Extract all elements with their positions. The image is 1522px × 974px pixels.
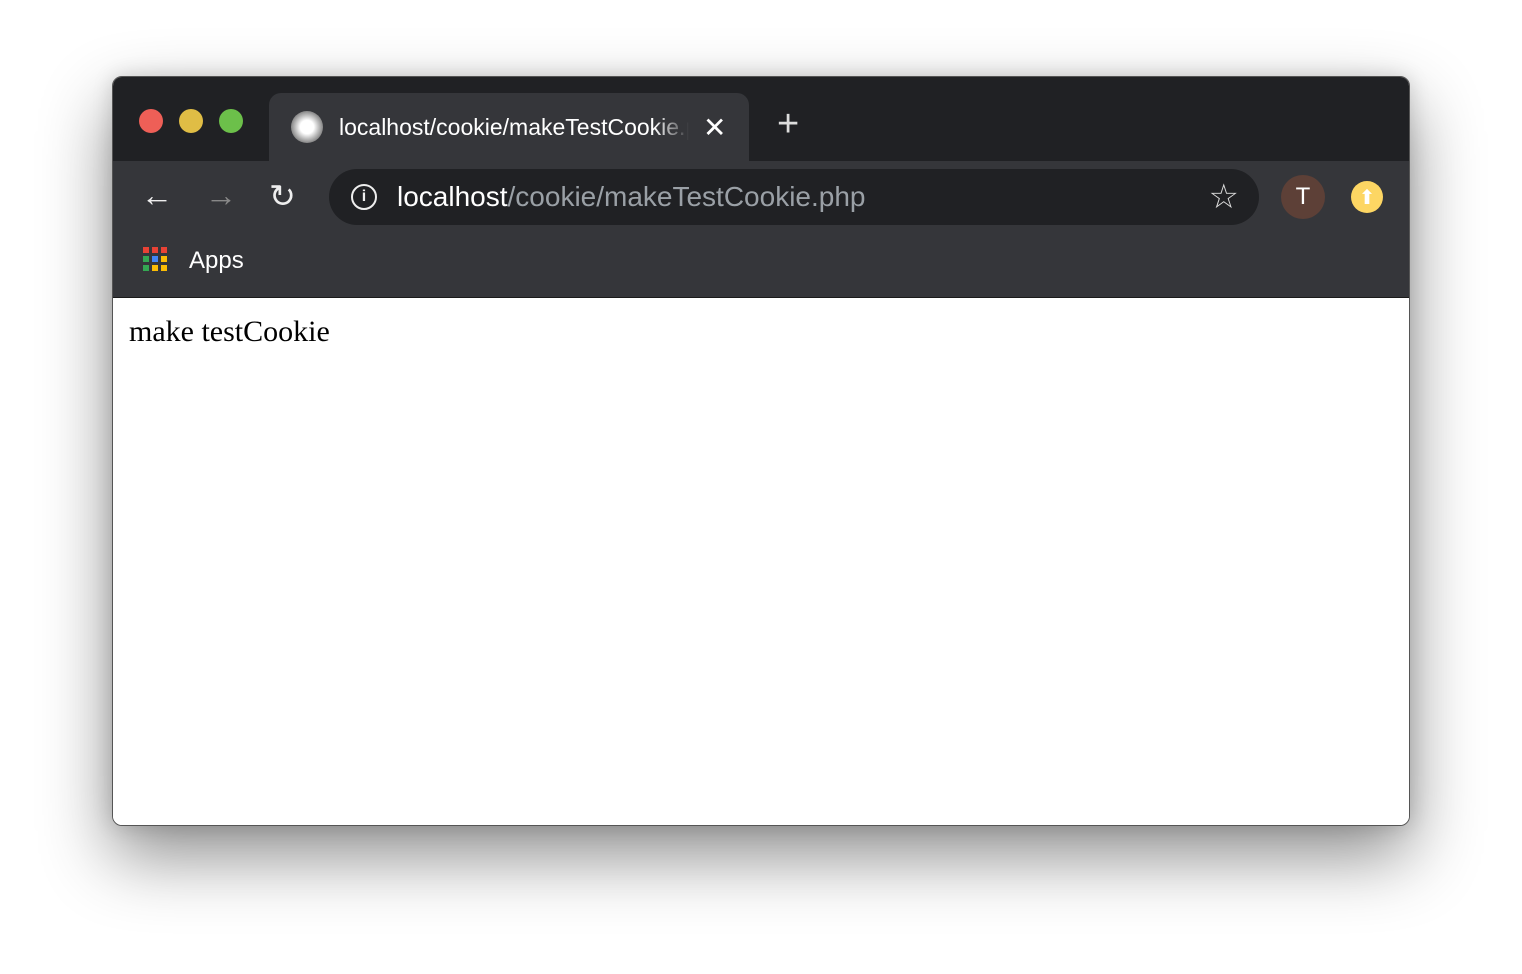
close-window-button[interactable] — [139, 109, 163, 133]
apps-grid-square — [152, 256, 158, 262]
tab-title: localhost/cookie/makeTestCookie.php — [339, 113, 689, 140]
reload-button[interactable]: ↻ — [269, 177, 296, 215]
apps-grid-square — [143, 247, 149, 253]
url-path: /cookie/makeTestCookie.php — [507, 181, 866, 212]
browser-window: localhost/cookie/makeTestCookie.php ✕ + … — [112, 76, 1410, 826]
toolbar: ← → ↻ i localhost/cookie/makeTestCookie.… — [113, 161, 1409, 231]
update-icon[interactable]: ⬆ — [1351, 181, 1383, 213]
close-icon[interactable]: ✕ — [703, 111, 726, 144]
apps-grid-square — [161, 265, 167, 271]
apps-bookmark[interactable]: Apps — [189, 247, 244, 275]
apps-grid-square — [161, 247, 167, 253]
apps-grid-square — [161, 256, 167, 262]
forward-button[interactable]: → — [205, 177, 237, 214]
maximize-window-button[interactable] — [219, 109, 243, 133]
apps-grid-icon[interactable] — [143, 247, 167, 271]
back-button[interactable]: ← — [141, 177, 173, 214]
info-icon[interactable]: i — [351, 184, 377, 210]
tab-strip: localhost/cookie/makeTestCookie.php ✕ + — [113, 77, 1409, 161]
url-host: localhost — [397, 181, 508, 212]
favicon-icon — [291, 111, 323, 143]
page-content: make testCookie — [113, 299, 1409, 825]
tab-active[interactable]: localhost/cookie/makeTestCookie.php ✕ — [269, 93, 749, 161]
profile-avatar[interactable]: T — [1281, 175, 1325, 219]
apps-grid-square — [152, 247, 158, 253]
minimize-window-button[interactable] — [179, 109, 203, 133]
apps-grid-square — [143, 265, 149, 271]
bookmarks-bar: Apps — [113, 231, 1409, 298]
new-tab-button[interactable]: + — [777, 103, 799, 146]
star-icon[interactable]: ☆ — [1209, 177, 1239, 217]
apps-grid-square — [152, 265, 158, 271]
page-text: make testCookie — [129, 315, 330, 348]
apps-grid-square — [143, 256, 149, 262]
url-text[interactable]: localhost/cookie/makeTestCookie.php — [397, 181, 866, 213]
address-bar[interactable]: i localhost/cookie/makeTestCookie.php ☆ — [329, 169, 1259, 225]
